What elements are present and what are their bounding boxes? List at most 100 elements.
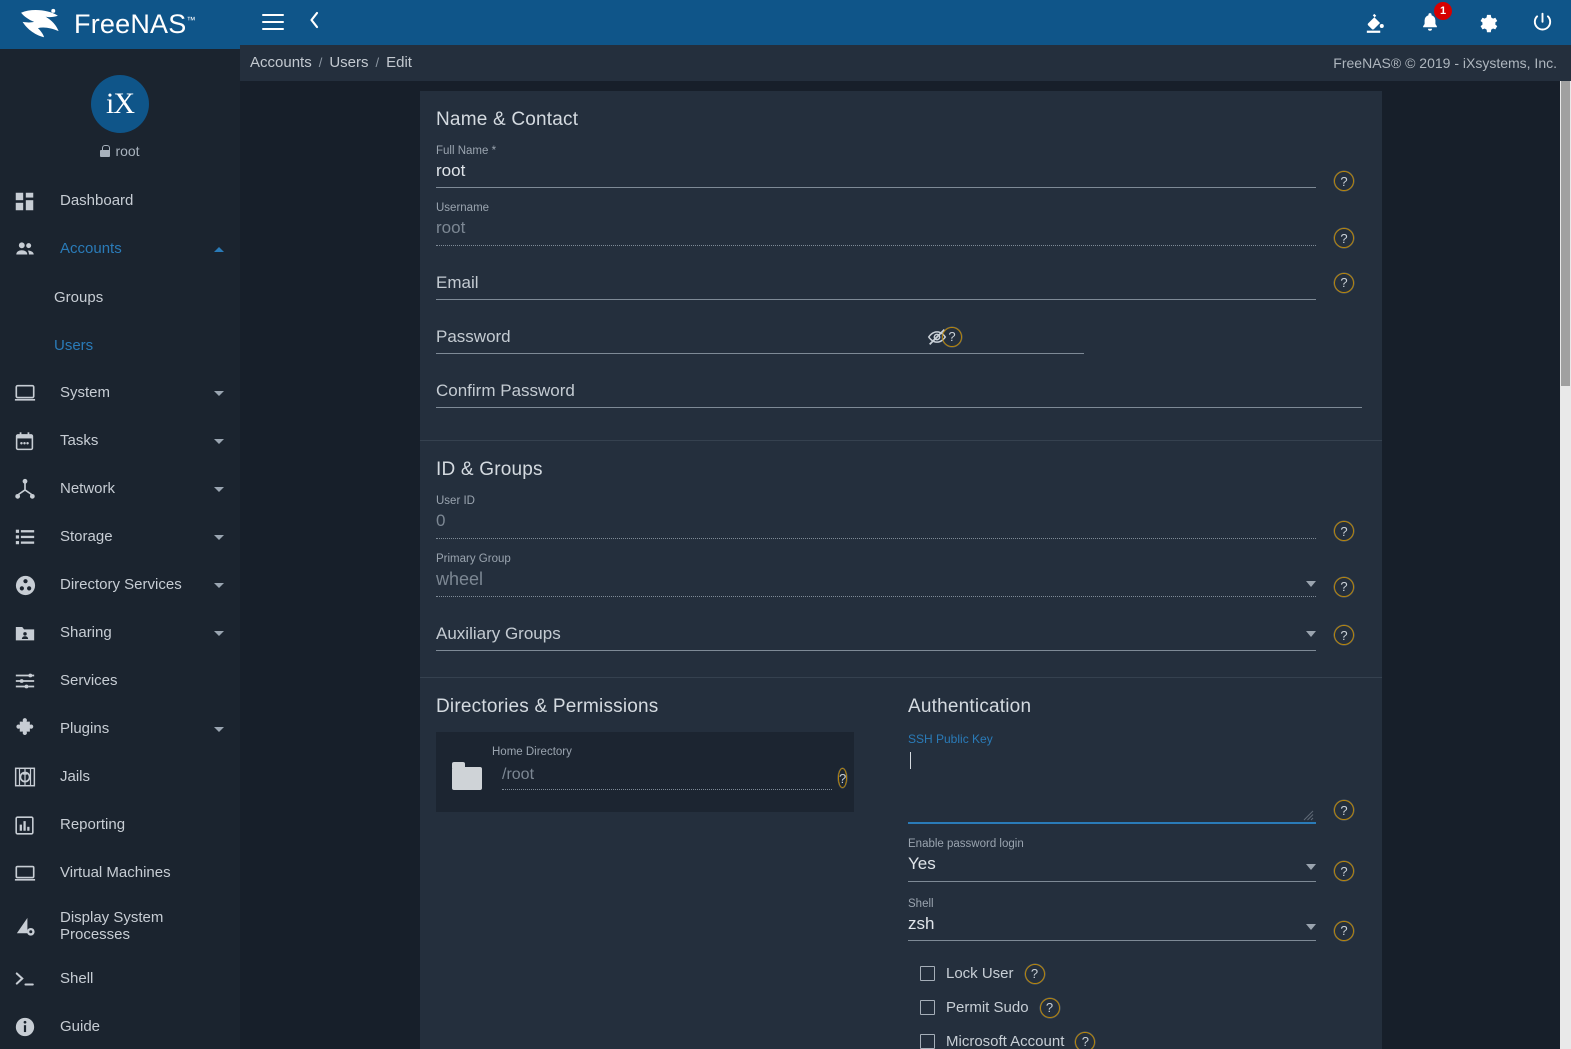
chevron-down-icon[interactable]: [214, 726, 224, 732]
power-icon[interactable]: [1529, 9, 1555, 35]
sidebar-item-dashboard[interactable]: Dashboard: [0, 177, 240, 225]
lock-user-row[interactable]: Lock User ?: [908, 957, 1362, 991]
sidebar-item-label: Dashboard: [60, 192, 134, 210]
sharing-folder-icon: [14, 622, 44, 644]
directories-column: Directories & Permissions Home Directory…: [420, 678, 898, 1049]
user-edit-form: Name & Contact Full Name * root ? Userna…: [420, 91, 1382, 1049]
hamburger-menu-icon[interactable]: [262, 14, 284, 31]
breadcrumb-separator: /: [375, 55, 380, 71]
sidebar-item-directory-services[interactable]: Directory Services: [0, 561, 240, 609]
sidebar-item-accounts[interactable]: Accounts: [0, 225, 240, 273]
sidebar-item-jails[interactable]: Jails: [0, 753, 240, 801]
chevron-down-icon[interactable]: [1306, 580, 1316, 587]
ssh-public-key-field[interactable]: SSH Public Key ?: [908, 732, 1362, 825]
full-name-help-icon[interactable]: ?: [1334, 171, 1354, 192]
enable-password-login-help-icon[interactable]: ?: [1334, 861, 1354, 882]
shell-help-icon[interactable]: ?: [1334, 920, 1354, 941]
microsoft-account-label: Microsoft Account: [946, 1033, 1065, 1049]
chevron-down-icon[interactable]: [1306, 923, 1316, 930]
chevron-down-icon[interactable]: [1306, 864, 1316, 871]
username-help-icon[interactable]: ?: [1334, 228, 1354, 249]
username-label: Username: [436, 202, 490, 215]
notifications-bell-icon[interactable]: 1: [1417, 2, 1452, 35]
chevron-down-icon[interactable]: [214, 486, 224, 492]
email-field[interactable]: Email ?: [436, 272, 1362, 300]
microsoft-account-checkbox[interactable]: [920, 1034, 935, 1049]
user-id-help-icon[interactable]: ?: [1334, 521, 1354, 542]
lock-user-help-icon[interactable]: ?: [1024, 963, 1045, 984]
sidebar-item-tasks[interactable]: Tasks: [0, 417, 240, 465]
ssh-public-key-label: SSH Public Key: [908, 732, 993, 747]
settings-gear-icon[interactable]: [1473, 9, 1499, 35]
sidebar-item-groups[interactable]: Groups: [0, 273, 240, 321]
sidebar-item-reporting[interactable]: Reporting: [0, 801, 240, 849]
auxiliary-groups-help-icon[interactable]: ?: [1334, 625, 1354, 646]
sidebar-item-sharing[interactable]: Sharing: [0, 609, 240, 657]
permit-sudo-label: Permit Sudo: [946, 999, 1029, 1017]
services-sliders-icon: [14, 670, 44, 692]
sidebar-item-label: Accounts: [60, 240, 122, 258]
permit-sudo-help-icon[interactable]: ?: [1039, 997, 1060, 1018]
microsoft-account-row[interactable]: Microsoft Account ?: [908, 1025, 1362, 1049]
sidebar-item-storage[interactable]: Storage: [0, 513, 240, 561]
chevron-down-icon[interactable]: [1306, 631, 1316, 638]
sidebar-item-guide[interactable]: Guide: [0, 1003, 240, 1049]
chevron-down-icon[interactable]: [214, 438, 224, 444]
email-help-icon[interactable]: ?: [1334, 272, 1354, 293]
sidebar-nav: Dashboard Accounts Groups Users System T…: [0, 177, 240, 1049]
microsoft-account-help-icon[interactable]: ?: [1075, 1031, 1096, 1049]
resize-grip-icon[interactable]: [1303, 808, 1314, 821]
primary-group-field: Primary Group wheel ?: [436, 553, 1362, 598]
shell-value: zsh: [908, 913, 935, 933]
full-name-value[interactable]: root: [436, 160, 1316, 187]
ssh-public-key-textarea[interactable]: [908, 750, 1316, 825]
section-title: Directories & Permissions: [436, 696, 659, 718]
shell-field[interactable]: Shell zsh ?: [908, 898, 1362, 941]
sidebar-item-services[interactable]: Services: [0, 657, 240, 705]
chevron-left-icon[interactable]: [308, 10, 320, 34]
permit-sudo-row[interactable]: Permit Sudo ?: [908, 991, 1362, 1025]
ssh-public-key-help-icon[interactable]: ?: [1334, 800, 1354, 821]
password-field[interactable]: Password ?: [436, 326, 1362, 355]
chevron-down-icon[interactable]: [214, 534, 224, 540]
sidebar-item-virtual-machines[interactable]: Virtual Machines: [0, 849, 240, 897]
sidebar-item-system[interactable]: System: [0, 369, 240, 417]
section-title: Authentication: [908, 696, 1032, 718]
network-icon: [14, 478, 44, 500]
chevron-down-icon[interactable]: [214, 630, 224, 636]
sidebar-item-users[interactable]: Users: [0, 321, 240, 369]
authentication-column: Authentication SSH Public Key ? Enable p…: [898, 678, 1382, 1049]
chevron-up-icon[interactable]: [214, 246, 224, 252]
password-help-icon[interactable]: ?: [942, 326, 962, 347]
scrollbar-thumb[interactable]: [1561, 81, 1570, 387]
sidebar-item-display-system-processes[interactable]: Display System Processes: [0, 897, 240, 955]
sidebar-item-plugins[interactable]: Plugins: [0, 705, 240, 753]
guide-info-icon: [14, 1016, 44, 1038]
shell-label: Shell: [908, 897, 934, 910]
confirm-password-placeholder: Confirm Password: [436, 381, 575, 401]
topbar: 1: [240, 0, 1571, 45]
user-id-value: 0: [436, 511, 446, 531]
sidebar-item-shell[interactable]: Shell: [0, 955, 240, 1003]
username-value: root: [436, 218, 466, 238]
sidebar-item-network[interactable]: Network: [0, 465, 240, 513]
breadcrumb-item-accounts[interactable]: Accounts: [250, 54, 312, 71]
theme-paint-icon[interactable]: [1361, 9, 1387, 35]
enable-password-login-field[interactable]: Enable password login Yes ?: [908, 838, 1362, 882]
brand-header: FreeNAS™: [0, 0, 240, 49]
permit-sudo-checkbox[interactable]: [920, 1000, 935, 1016]
confirm-password-field[interactable]: Confirm Password: [436, 380, 1362, 409]
chevron-down-icon[interactable]: [214, 582, 224, 588]
sidebar-item-label: Sharing: [60, 624, 112, 642]
email-placeholder: Email: [436, 272, 479, 292]
breadcrumb-item-users[interactable]: Users: [329, 54, 368, 71]
home-directory-help-icon[interactable]: ?: [838, 768, 848, 789]
sidebar-item-label: Directory Services: [60, 576, 182, 594]
chevron-down-icon[interactable]: [214, 390, 224, 396]
scrollbar-track[interactable]: [1560, 81, 1571, 1049]
primary-group-help-icon[interactable]: ?: [1334, 576, 1354, 597]
notification-badge: 1: [1434, 2, 1452, 21]
lock-user-checkbox[interactable]: [920, 966, 935, 982]
full-name-field[interactable]: Full Name * root ?: [436, 145, 1362, 192]
auxiliary-groups-field[interactable]: Auxiliary Groups ?: [436, 623, 1362, 652]
